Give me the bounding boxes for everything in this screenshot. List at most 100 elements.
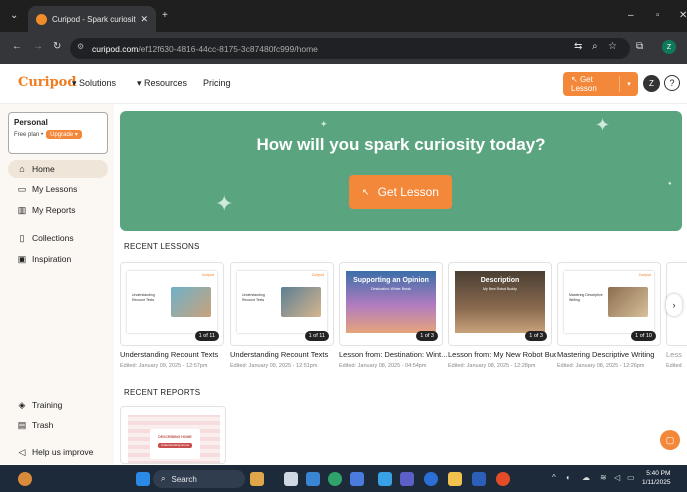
file-explorer-icon[interactable] — [448, 472, 462, 486]
lesson-card[interactable]: Supporting an Opinion Destination: Winte… — [339, 262, 443, 346]
edge-icon[interactable] — [306, 472, 320, 486]
carousel-next-icon[interactable]: › — [666, 294, 682, 316]
zoom-app-icon[interactable] — [400, 472, 414, 486]
megaphone-icon: ◁ — [18, 446, 26, 457]
thumb-picture — [171, 287, 211, 317]
taskbar-clock[interactable]: 5:40 PM 1/11/2025 — [642, 470, 670, 488]
sidebar-item-collections[interactable]: ▯ Collections — [8, 229, 108, 247]
lesson-card[interactable]: Curipod Understanding Recount Texts 1 of… — [120, 262, 224, 346]
chat-support-icon[interactable]: ▢ — [660, 430, 680, 450]
wifi-icon[interactable]: ≋ — [600, 473, 607, 482]
new-tab-button[interactable]: + — [162, 10, 168, 21]
header-get-lesson-text: Get Lesson — [571, 75, 597, 93]
home-icon: ⌂ — [19, 164, 25, 174]
menu-solutions[interactable]: ▾ Solutions — [72, 78, 116, 89]
lesson-card[interactable]: Curipod Mastering Descriptive Writing 1 … — [557, 262, 661, 346]
translate-icon[interactable]: ⇆ — [574, 41, 582, 52]
lesson-card[interactable]: Description My New Robot Buddy 1 of 3 — [448, 262, 552, 346]
sidebar-item-training[interactable]: ◈ Training — [8, 396, 108, 414]
sparkle-icon: ✦ — [320, 119, 328, 129]
thumb-subtitle: Destination: Winter Break — [371, 287, 411, 291]
tray-app-icon[interactable]: ◐ — [566, 473, 571, 482]
lesson-thumbnail: Curipod Mastering Descriptive Writing — [564, 271, 654, 333]
app-icon[interactable] — [424, 472, 438, 486]
sidebar-item-inspiration[interactable]: ▣ Inspiration — [8, 250, 108, 268]
thumb-title: Supporting an Opinion — [353, 277, 429, 284]
word-icon[interactable] — [472, 472, 486, 486]
extensions-icon[interactable]: ⧉ — [636, 41, 643, 52]
tab-title: Curipod - Spark curiosity with i — [52, 14, 136, 24]
sidebar-item-my-reports[interactable]: ▥ My Reports — [8, 201, 108, 219]
help-icon[interactable]: ? — [664, 75, 680, 91]
task-view-icon[interactable] — [284, 472, 298, 486]
teams-icon[interactable] — [350, 472, 364, 486]
sidebar-item-label: Training — [32, 400, 63, 410]
plan-box: Personal Free plan • Upgrade ▾ — [8, 112, 108, 154]
browser-tab[interactable]: Curipod - Spark curiosity with i ✕ — [28, 6, 156, 32]
tab-search-icon[interactable]: ⌄ — [10, 10, 18, 21]
curipod-logo[interactable]: Curipod — [18, 75, 76, 90]
os-taskbar: ⌕ Search ^ ◐ ☁ ≋ ◁ ▭ 5:40 PM 1/11/2025 — [0, 465, 687, 492]
slide-count-badge: 1 of 11 — [304, 331, 329, 341]
book-icon: ▣ — [17, 253, 27, 264]
hero-get-lesson-button[interactable]: ↖ Get Lesson — [349, 175, 452, 209]
minimize-icon[interactable]: – — [628, 10, 634, 21]
maximize-icon[interactable]: ▫ — [656, 10, 660, 21]
url-field[interactable]: curipod.com/ef12f630-4816-44cc-8175-3c87… — [70, 38, 630, 59]
lesson-title: Understanding Recount Texts — [120, 350, 219, 359]
upgrade-button[interactable]: Upgrade ▾ — [46, 130, 82, 139]
site-info-icon[interactable]: ⚙ — [77, 42, 84, 51]
lesson-thumbnail: Supporting an Opinion Destination: Winte… — [346, 271, 436, 333]
forward-icon[interactable]: → — [33, 41, 43, 52]
battery-icon[interactable]: ▭ — [627, 473, 635, 482]
lesson-title: Understanding Recount Texts — [230, 350, 329, 359]
widgets-icon[interactable] — [250, 472, 264, 486]
user-avatar[interactable]: Z — [643, 75, 660, 92]
onedrive-icon[interactable]: ☁ — [582, 473, 590, 482]
browser-profile-avatar[interactable]: Z — [662, 40, 676, 54]
taskbar-search-label: Search — [171, 474, 197, 484]
sparkle-icon: ✦ — [215, 191, 234, 216]
menu-pricing[interactable]: Pricing — [203, 78, 231, 88]
report-card[interactable]: DESCRIBING HOME Understanding Home — [120, 406, 226, 464]
menu-resources[interactable]: ▾ Resources — [137, 78, 187, 89]
header-get-lesson-button[interactable]: ↖ Get Lesson ▾ — [563, 72, 638, 96]
thumb-text: Mastering Descriptive Writing — [569, 293, 603, 302]
window-close-icon[interactable]: ✕ — [679, 10, 687, 21]
search-icon: ⌕ — [161, 474, 166, 483]
lesson-edited: Edited: January 09, 2025 - 12:51pm — [230, 363, 318, 369]
browser-app-icon[interactable] — [328, 472, 342, 486]
volume-icon[interactable]: ◁ — [614, 473, 620, 482]
slide-count-badge: 1 of 3 — [525, 331, 547, 341]
taskbar-search[interactable]: ⌕ Search — [153, 470, 245, 488]
bookmark-star-icon[interactable]: ☆ — [608, 41, 617, 52]
windows-start-icon[interactable] — [136, 472, 150, 486]
sidebar-item-label: Collections — [32, 233, 74, 243]
lesson-edited: Edited: January 08, 2025 - 12:26pm — [557, 363, 645, 369]
lesson-thumbnail: Description My New Robot Buddy — [455, 271, 545, 333]
chrome-icon[interactable] — [496, 472, 510, 486]
zoom-icon[interactable]: ⌕ — [592, 41, 598, 52]
sparkle-icon: ● — [668, 181, 672, 187]
address-toolbar: ← → ↻ curipod.com/ef12f630-4816-44cc-817… — [0, 32, 687, 64]
plan-type: Free plan • — [14, 131, 44, 138]
recent-reports-heading: RECENT REPORTS — [124, 388, 201, 397]
sidebar-item-help-us-improve[interactable]: ◁ Help us improve — [8, 443, 108, 461]
tray-chevron-icon[interactable]: ^ — [552, 473, 556, 482]
curipod-favicon-icon — [36, 13, 47, 25]
recent-lessons-heading: RECENT LESSONS — [124, 242, 200, 251]
back-icon[interactable]: ← — [12, 41, 22, 52]
hero-title: How will you spark curiosity today? — [256, 135, 546, 154]
reload-icon[interactable]: ↻ — [53, 41, 61, 52]
sidebar-item-my-lessons[interactable]: ▭ My Lessons — [8, 180, 108, 198]
sidebar-item-home[interactable]: ⌂ Home — [8, 160, 108, 178]
photos-icon[interactable] — [378, 472, 392, 486]
plan-name: Personal — [14, 118, 48, 127]
tab-close-icon[interactable]: ✕ — [140, 14, 148, 25]
chevron-down-icon[interactable]: ▾ — [620, 80, 638, 88]
sidebar-item-trash[interactable]: ▤ Trash — [8, 416, 108, 434]
weather-icon[interactable] — [18, 472, 32, 486]
thumb-text: Understanding Recount Texts — [132, 293, 155, 302]
lesson-card[interactable]: Curipod Understanding Recount Texts 1 of… — [230, 262, 334, 346]
lesson-edited: Edited: January 08, 2025 - 12:28pm — [448, 363, 536, 369]
